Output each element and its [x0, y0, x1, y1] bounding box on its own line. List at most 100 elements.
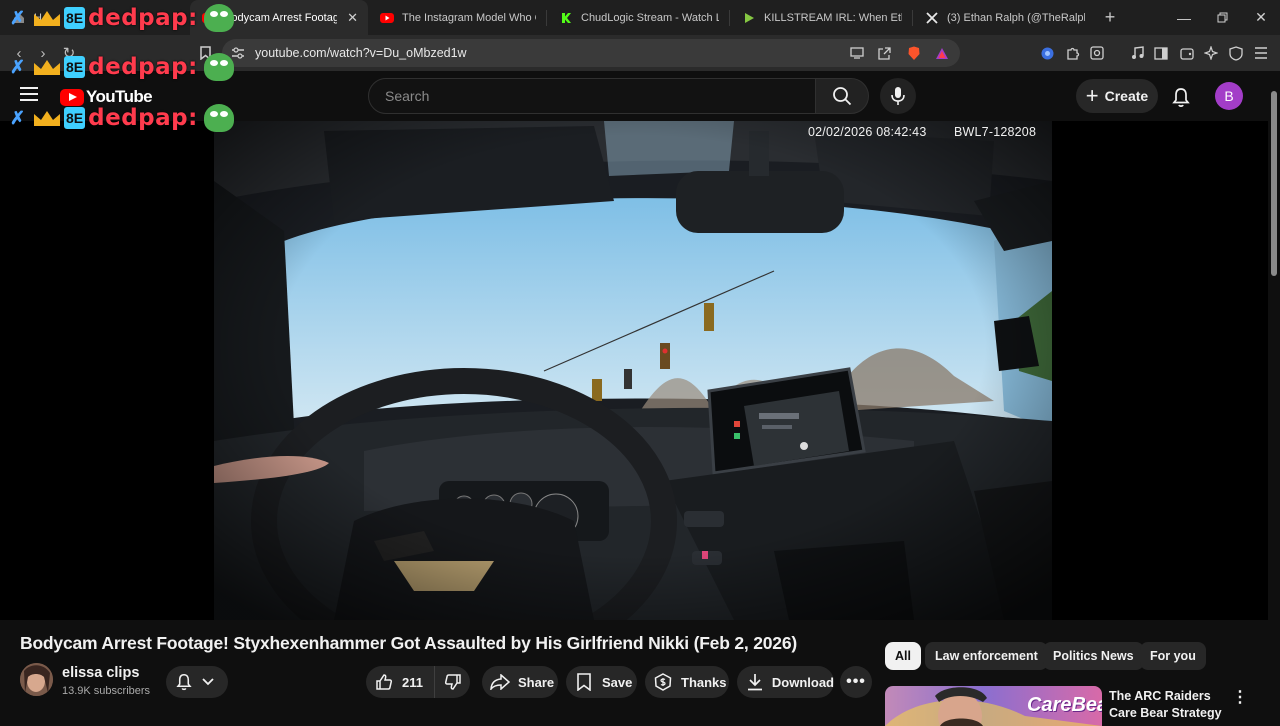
minimize-button[interactable]: — — [1165, 0, 1203, 35]
browser-tab[interactable]: KILLSTREAM IRL: When Ethan M — [730, 0, 912, 35]
vpn-shield-icon[interactable] — [1227, 44, 1245, 62]
account-avatar[interactable]: B — [1215, 82, 1243, 110]
create-button[interactable]: + Create — [1076, 79, 1158, 113]
channel-name[interactable]: elissa clips — [62, 665, 139, 681]
more-actions-button[interactable]: ••• — [840, 666, 872, 698]
video-title: Bodycam Arrest Footage! Styxhexenhammer … — [20, 633, 797, 653]
search-button[interactable] — [815, 78, 869, 114]
thumbs-down-icon — [443, 672, 463, 692]
subscriber-count: 13.9K subscribers — [62, 685, 151, 697]
leo-ai-icon[interactable] — [1202, 44, 1220, 62]
badge-8e: 8E — [64, 7, 86, 29]
browser-tab[interactable]: (3) Ethan Ralph (@TheRalphRet — [913, 0, 1095, 35]
bodycam-timestamp: 02/02/2026 08:42:43 — [808, 125, 927, 139]
thanks-button[interactable]: Thanks — [645, 666, 729, 698]
wallet-icon[interactable] — [1178, 44, 1196, 62]
badge-8e: 8E — [64, 107, 86, 129]
badge-8e: 8E — [64, 56, 86, 78]
tab-label: ChudLogic Stream - Watch Live — [581, 11, 719, 24]
browser-menu-icon[interactable] — [1252, 44, 1270, 62]
stream-overlay-username-row: ✗ 8E dedpap: — [10, 104, 234, 132]
sword-badge-icon: ✗ — [10, 7, 26, 28]
more-vertical-icon[interactable]: ⋮ — [1232, 687, 1248, 707]
chip-all[interactable]: All — [885, 642, 921, 670]
bodycam-video-frame[interactable]: 02/02/2026 08:42:43 BWL7-128208 — [214, 121, 1052, 620]
restore-button[interactable] — [1203, 0, 1241, 35]
youtube-favicon-icon — [380, 11, 394, 25]
download-icon — [746, 672, 764, 692]
tab-label: (3) Ethan Ralph (@TheRalphRet — [947, 11, 1085, 24]
bookmark-save-icon — [574, 672, 594, 692]
sword-badge-icon: ✗ — [10, 107, 26, 128]
voice-search-button[interactable] — [880, 78, 916, 114]
save-label: Save — [602, 674, 633, 690]
page-scrollbar[interactable] — [1268, 71, 1280, 720]
download-label: Download — [771, 674, 834, 690]
pepe-emote-icon — [203, 53, 234, 81]
new-tab-button[interactable]: + — [1095, 7, 1125, 28]
pepe-emote-icon — [203, 4, 234, 32]
guide-menu-icon[interactable] — [20, 87, 38, 103]
chip-law-enforcement[interactable]: Law enforcement — [925, 642, 1048, 670]
sword-badge-icon: ✗ — [10, 56, 26, 77]
plus-icon: + — [1085, 83, 1099, 108]
recommended-video-thumbnail[interactable]: CareBear — [885, 686, 1102, 726]
thanks-label: Thanks — [681, 674, 727, 690]
dislike-button[interactable] — [434, 666, 470, 698]
share-page-icon[interactable] — [876, 45, 892, 61]
brave-rewards-icon[interactable] — [934, 45, 950, 61]
tab-close-icon[interactable]: ✕ — [347, 10, 358, 26]
translate-extension-icon[interactable] — [1038, 44, 1056, 62]
youtube-play-icon — [60, 88, 84, 106]
like-button[interactable]: 211 — [366, 666, 434, 698]
close-window-button[interactable]: ✕ — [1242, 0, 1280, 35]
thumbnail-text: CareBear — [1027, 694, 1102, 716]
brave-shields-icon[interactable] — [906, 45, 922, 61]
crown-badge-icon — [32, 108, 62, 128]
like-count: 211 — [402, 674, 423, 690]
crown-badge-icon — [32, 57, 62, 77]
tab-label: KILLSTREAM IRL: When Ethan M — [764, 11, 902, 24]
share-button[interactable]: Share — [482, 666, 558, 698]
share-arrow-icon — [490, 672, 510, 692]
recommended-video-title[interactable]: The ARC Raiders Care Bear Strategy — [1109, 688, 1234, 722]
url-text: youtube.com/watch?v=Du_oMbzed1w — [255, 46, 467, 60]
cast-icon[interactable] — [849, 45, 865, 61]
overlay-username: dedpap: — [88, 54, 198, 80]
super-thanks-icon — [653, 672, 673, 692]
address-bar[interactable]: youtube.com/watch?v=Du_oMbzed1w — [222, 39, 960, 67]
sidebar-toggle-icon[interactable] — [1152, 44, 1170, 62]
notifications-button[interactable] — [1168, 84, 1194, 110]
microphone-icon — [891, 87, 905, 105]
search-input[interactable] — [385, 88, 785, 104]
overlay-username: dedpap: — [88, 105, 198, 131]
channel-avatar[interactable] — [20, 663, 53, 696]
search-icon — [833, 87, 852, 106]
bodycam-scene-image — [214, 121, 1052, 620]
bell-icon — [1172, 87, 1190, 107]
kick-favicon-icon — [559, 10, 573, 25]
chip-politics-news[interactable]: Politics News — [1043, 642, 1144, 670]
media-music-icon[interactable] — [1128, 44, 1146, 62]
rumble-favicon-icon — [742, 11, 756, 25]
overlay-username: dedpap: — [88, 5, 198, 31]
x-favicon-icon — [925, 11, 939, 25]
extensions-puzzle-icon[interactable] — [1064, 44, 1082, 62]
screenshot-extension-icon[interactable] — [1088, 44, 1106, 62]
save-button[interactable]: Save — [566, 666, 637, 698]
browser-tab[interactable]: ChudLogic Stream - Watch Live — [547, 0, 729, 35]
video-player[interactable]: 02/02/2026 08:42:43 BWL7-128208 — [0, 121, 1268, 620]
chip-for-you[interactable]: For you — [1140, 642, 1206, 670]
download-button[interactable]: Download — [737, 666, 834, 698]
browser-tab[interactable]: The Instagram Model Who CHEA — [368, 0, 546, 35]
pepe-emote-icon — [203, 104, 234, 132]
tab-label: Bodycam Arrest Footage — [224, 11, 338, 24]
crown-badge-icon — [32, 8, 62, 28]
bell-icon — [176, 673, 192, 691]
search-box — [368, 78, 816, 114]
subscription-bell-button[interactable] — [166, 666, 228, 698]
scrollbar-thumb[interactable] — [1271, 91, 1277, 276]
thumbs-up-icon — [374, 672, 394, 692]
stream-overlay-username-row: ✗ 8E dedpap: — [10, 4, 234, 32]
bodycam-device-id: BWL7-128208 — [954, 125, 1037, 139]
